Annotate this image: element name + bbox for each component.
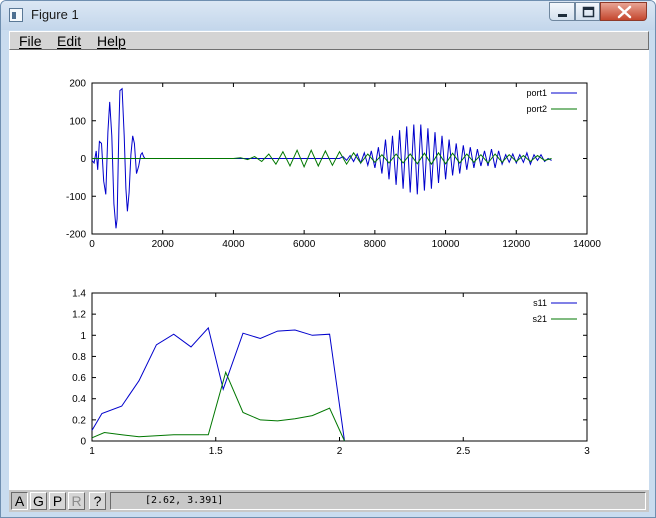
- chart-2: 1 1.5 2 2.5 3 0 0.2 0.4 0.6 0.8 1 1.2 1.4 s11 s21: [72, 289, 590, 458]
- legend-label-s21: s21: [532, 314, 547, 324]
- coordinate-readout: [2.62, 3.391]: [110, 492, 646, 510]
- x-tick-label: 2: [337, 446, 343, 457]
- menu-file[interactable]: File: [19, 33, 42, 49]
- x-tick-label: 1: [89, 446, 95, 457]
- y-tick-label: 0.6: [72, 373, 86, 384]
- plot-canvas[interactable]: 0 2000 4000 6000 8000 10000 12000 14000 -200 -100…: [9, 50, 649, 490]
- y-tick-label: 0: [80, 437, 86, 448]
- x-tick-label: 1.5: [209, 446, 223, 457]
- legend-label-port1: port1: [526, 88, 547, 98]
- x-tick-label: 6000: [293, 239, 316, 250]
- y-tick-label: 1.4: [72, 289, 86, 300]
- x-tick-label: 4000: [222, 239, 245, 250]
- series-line-s21: [91, 370, 345, 442]
- legend-label-s11: s11: [533, 298, 547, 308]
- y-tick-label: 0: [80, 154, 86, 165]
- menu-edit[interactable]: Edit: [57, 33, 81, 49]
- minimize-icon: [558, 14, 567, 17]
- charts-svg[interactable]: 0 2000 4000 6000 8000 10000 12000 14000-200-100…: [9, 50, 649, 490]
- figure-window: Figure 1 File Edit Help 0 2000 4000 6000 800…: [0, 0, 656, 518]
- y-tick-label: 0.2: [72, 415, 86, 426]
- window-title: Figure 1: [31, 7, 79, 22]
- grid-button[interactable]: G: [30, 492, 47, 510]
- y-tick-label: 0.4: [72, 394, 86, 405]
- y-tick-label: 100: [69, 116, 86, 127]
- print-button[interactable]: P: [49, 492, 66, 510]
- close-icon: [617, 5, 632, 19]
- y-tick-label: -200: [66, 230, 86, 241]
- x-tick-label: 10000: [432, 239, 460, 250]
- x-tick-label: 8000: [364, 239, 387, 250]
- menu-bar: File Edit Help: [9, 31, 649, 50]
- autoscale-button[interactable]: A: [11, 492, 28, 510]
- help-button[interactable]: ?: [89, 492, 106, 510]
- close-button[interactable]: [600, 2, 647, 21]
- chart-1: 0 2000 4000 6000 8000 10000 12000 14000-200-100…: [66, 79, 601, 251]
- app-icon: [9, 8, 23, 22]
- x-tick-label: 2.5: [456, 446, 470, 457]
- x-tick-label: 2000: [152, 239, 175, 250]
- y-tick-label: 0.8: [72, 352, 86, 363]
- x-tick-label: 12000: [502, 239, 530, 250]
- plot-frame: [91, 292, 588, 442]
- title-bar[interactable]: Figure 1: [1, 1, 655, 30]
- series-line-s11: [91, 326, 345, 442]
- minimize-button[interactable]: [549, 2, 575, 21]
- reset-button[interactable]: R: [68, 492, 85, 510]
- menu-help[interactable]: Help: [97, 33, 126, 49]
- x-tick-label: 14000: [573, 239, 601, 250]
- maximize-icon: [582, 6, 595, 18]
- legend-label-port2: port2: [526, 104, 547, 114]
- y-tick-label: -100: [66, 192, 86, 203]
- x-tick-label: 0: [89, 239, 95, 250]
- x-tick-label: 3: [584, 446, 590, 457]
- y-tick-label: 1: [80, 331, 86, 342]
- y-tick-label: 1.2: [72, 310, 86, 321]
- y-tick-label: 200: [69, 79, 86, 90]
- maximize-button[interactable]: [575, 2, 600, 21]
- status-bar: A G P R ? [2.62, 3.391]: [9, 490, 649, 512]
